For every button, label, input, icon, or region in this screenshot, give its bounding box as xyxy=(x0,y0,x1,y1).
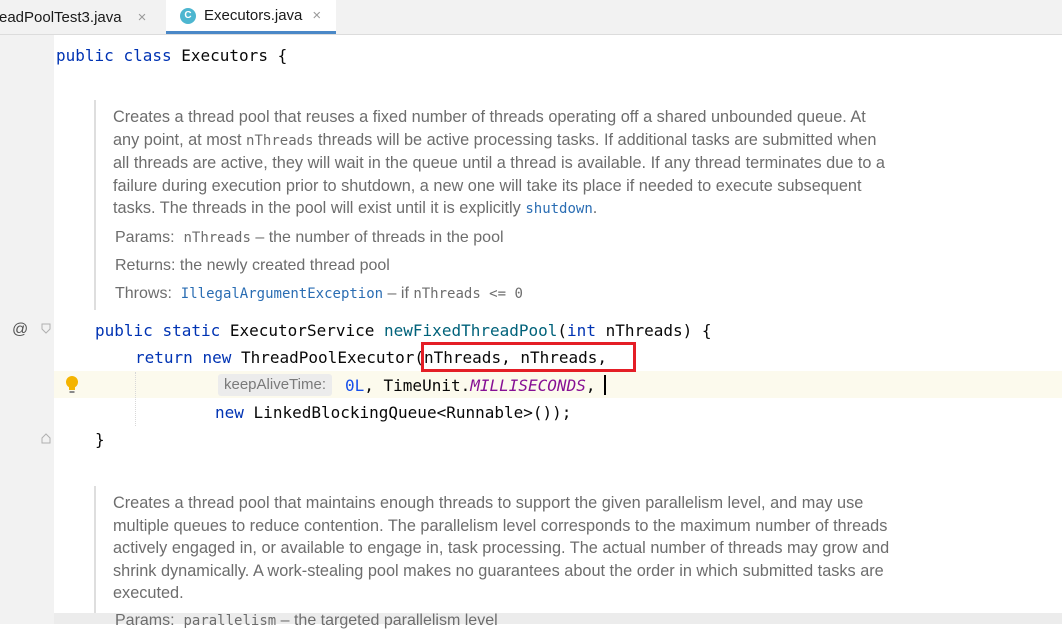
doc-link-exception[interactable]: IllegalArgumentException xyxy=(181,286,383,302)
doc-code: nThreads xyxy=(246,132,314,149)
queue-argument: new LinkedBlockingQueue<Runnable>()); xyxy=(215,403,572,422)
fold-icon[interactable] xyxy=(41,433,51,444)
method-signature: public static ExecutorService newFixedTh… xyxy=(95,321,712,340)
text-caret xyxy=(604,375,606,395)
tab-label: readPoolTest3.java xyxy=(0,8,122,26)
class-declaration: public class Executors { xyxy=(56,46,288,65)
keepalive-argument: 0L, TimeUnit.MILLISECONDS, xyxy=(345,376,596,395)
javadoc-block-2: Creates a thread pool that maintains eno… xyxy=(94,486,894,616)
doc-params: Params: nThreads – the number of threads… xyxy=(115,229,504,246)
doc-params-2: Params: parallelism – the targeted paral… xyxy=(115,612,498,629)
override-annotation-icon[interactable]: @ xyxy=(12,321,28,339)
doc-throws: Throws: IllegalArgumentException – if nT… xyxy=(115,285,523,302)
tab-threadpooltest3[interactable]: readPoolTest3.java × xyxy=(0,0,166,34)
javadoc-block: Creates a thread pool that reuses a fixe… xyxy=(94,100,894,310)
closing-brace: } xyxy=(95,430,105,449)
fold-icon[interactable] xyxy=(41,323,51,334)
highlight-box xyxy=(421,342,636,372)
parameter-hint: keepAliveTime: xyxy=(218,374,332,396)
tab-label: Executors.java xyxy=(204,7,303,24)
doc-link-shutdown[interactable]: shutdown xyxy=(525,201,592,217)
close-icon[interactable]: × xyxy=(312,7,321,24)
tab-executors[interactable]: C Executors.java × xyxy=(166,0,336,34)
doc-returns: Returns: the newly created thread pool xyxy=(115,257,390,274)
class-icon: C xyxy=(180,7,196,24)
indent-guide xyxy=(135,372,136,426)
editor-tab-bar: readPoolTest3.java × C Executors.java × xyxy=(0,0,1062,35)
close-icon[interactable]: × xyxy=(138,9,147,26)
lightbulb-icon[interactable] xyxy=(65,375,79,395)
doc-text: Creates a thread pool that maintains eno… xyxy=(113,494,890,602)
